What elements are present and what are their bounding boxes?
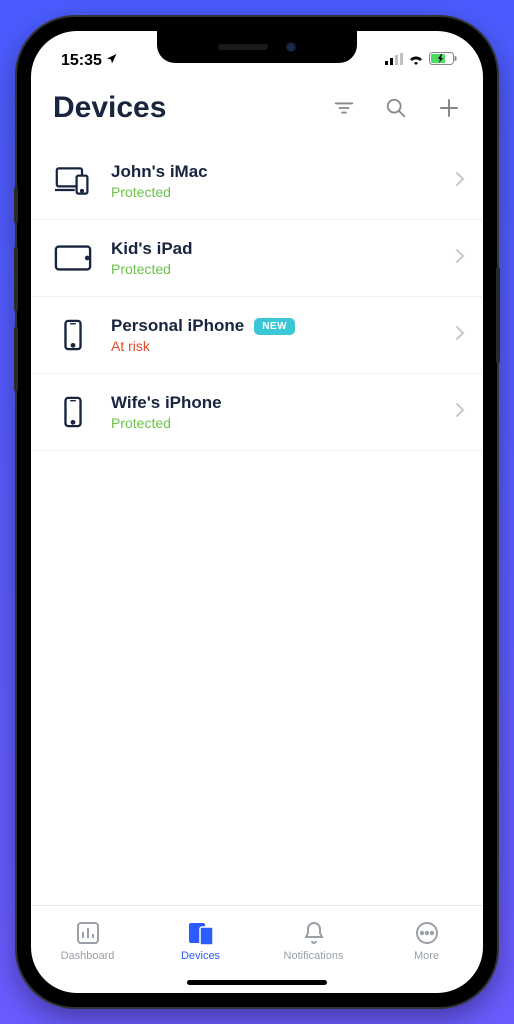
device-info: Kid's iPad Protected <box>111 239 455 277</box>
home-indicator <box>187 980 327 985</box>
tab-dashboard[interactable]: Dashboard <box>31 906 144 975</box>
tab-label: Dashboard <box>61 950 115 962</box>
tab-devices[interactable]: Devices <box>144 906 257 975</box>
chevron-right-icon <box>455 248 465 269</box>
device-list: John's iMac Protected Kid's iPad Protected P… <box>31 131 483 905</box>
device-info: Wife's iPhone Protected <box>111 393 455 431</box>
location-icon <box>106 52 118 70</box>
device-name: Wife's iPhone <box>111 393 222 413</box>
page-title: Devices <box>53 91 333 125</box>
device-row[interactable]: Kid's iPad Protected <box>31 220 483 297</box>
device-row[interactable]: Wife's iPhone Protected <box>31 374 483 451</box>
wifi-icon <box>408 52 424 70</box>
device-status: At risk <box>111 338 455 354</box>
device-status: Protected <box>111 415 455 431</box>
more-icon <box>414 920 440 946</box>
device-info: John's iMac Protected <box>111 162 455 200</box>
chevron-right-icon <box>455 402 465 423</box>
iphone-icon <box>49 388 97 436</box>
notch <box>157 31 357 63</box>
filter-button[interactable] <box>333 97 355 119</box>
new-badge: NEW <box>254 318 295 335</box>
device-status: Protected <box>111 261 455 277</box>
mute-switch <box>14 187 18 223</box>
tab-label: More <box>414 950 439 962</box>
phone-frame: 15:35 <box>17 17 497 1007</box>
imac-icon <box>49 157 97 205</box>
device-name: Personal iPhone <box>111 316 244 336</box>
front-camera <box>286 42 296 52</box>
chevron-right-icon <box>455 325 465 346</box>
device-info: Personal iPhone NEW At risk <box>111 316 455 354</box>
device-status: Protected <box>111 184 455 200</box>
screen: 15:35 <box>31 31 483 993</box>
device-name: Kid's iPad <box>111 239 193 259</box>
notifications-icon <box>302 920 326 946</box>
volume-up <box>14 247 18 311</box>
dashboard-icon <box>75 920 101 946</box>
status-time: 15:35 <box>61 52 102 70</box>
device-row[interactable]: Personal iPhone NEW At risk <box>31 297 483 374</box>
volume-down <box>14 327 18 391</box>
devices-icon <box>187 920 215 946</box>
search-button[interactable] <box>385 97 407 119</box>
iphone-icon <box>49 311 97 359</box>
chevron-right-icon <box>455 171 465 192</box>
power-button <box>496 267 500 363</box>
speaker <box>218 44 268 50</box>
page-header: Devices <box>31 77 483 131</box>
tab-label: Devices <box>181 950 220 962</box>
device-row[interactable]: John's iMac Protected <box>31 143 483 220</box>
battery-icon <box>429 52 457 70</box>
tab-label: Notifications <box>284 950 344 962</box>
ipad-icon <box>49 234 97 282</box>
add-button[interactable] <box>437 96 461 120</box>
cellular-icon <box>385 52 403 70</box>
device-name: John's iMac <box>111 162 208 182</box>
tab-more[interactable]: More <box>370 906 483 975</box>
tab-notifications[interactable]: Notifications <box>257 906 370 975</box>
